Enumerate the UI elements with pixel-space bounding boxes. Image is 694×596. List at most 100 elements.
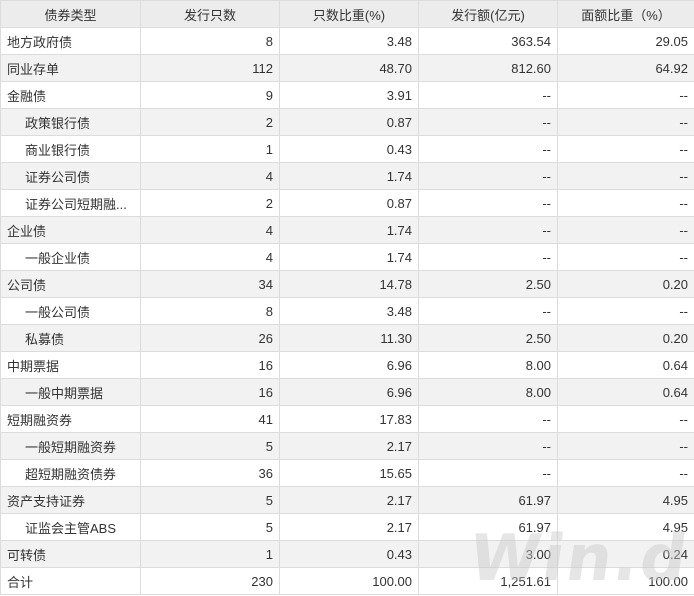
cell-issue-count: 4 bbox=[140, 216, 280, 244]
cell-issue-amount: 8.00 bbox=[418, 378, 558, 406]
cell-issue-amount: 61.97 bbox=[418, 513, 558, 541]
cell-issue-amount: -- bbox=[418, 216, 558, 244]
table-row[interactable]: 超短期融资债券 36 15.65 -- -- bbox=[0, 459, 694, 487]
table-row[interactable]: 同业存单 112 48.70 812.60 64.92 bbox=[0, 54, 694, 82]
header-amount-share[interactable]: 面额比重（%） bbox=[557, 0, 694, 28]
cell-amount-share: 0.64 bbox=[557, 351, 694, 379]
table-row[interactable]: 证券公司债 4 1.74 -- -- bbox=[0, 162, 694, 190]
cell-amount-share: -- bbox=[557, 243, 694, 271]
table-row[interactable]: 短期融资券 41 17.83 -- -- bbox=[0, 405, 694, 433]
cell-issue-amount: -- bbox=[418, 81, 558, 109]
cell-amount-share: 100.00 bbox=[557, 567, 694, 595]
cell-count-share: 0.43 bbox=[279, 540, 419, 568]
cell-count-share: 6.96 bbox=[279, 351, 419, 379]
cell-amount-share: 4.95 bbox=[557, 486, 694, 514]
cell-issue-amount: 61.97 bbox=[418, 486, 558, 514]
cell-count-share: 0.43 bbox=[279, 135, 419, 163]
table-row[interactable]: 证券公司短期融... 2 0.87 -- -- bbox=[0, 189, 694, 217]
cell-amount-share: -- bbox=[557, 459, 694, 487]
cell-issue-amount: 2.50 bbox=[418, 324, 558, 352]
cell-issue-amount: 3.00 bbox=[418, 540, 558, 568]
cell-amount-share: -- bbox=[557, 189, 694, 217]
cell-bond-type: 证券公司债 bbox=[0, 162, 141, 190]
cell-issue-count: 2 bbox=[140, 189, 280, 217]
cell-bond-type: 一般短期融资券 bbox=[0, 432, 141, 460]
header-issue-count[interactable]: 发行只数 bbox=[140, 0, 280, 28]
cell-bond-type: 政策银行债 bbox=[0, 108, 141, 136]
cell-count-share: 1.74 bbox=[279, 162, 419, 190]
cell-amount-share: -- bbox=[557, 432, 694, 460]
table-row[interactable]: 一般公司债 8 3.48 -- -- bbox=[0, 297, 694, 325]
cell-amount-share: 64.92 bbox=[557, 54, 694, 82]
cell-bond-type: 私募债 bbox=[0, 324, 141, 352]
cell-count-share: 3.48 bbox=[279, 27, 419, 55]
table-row[interactable]: 资产支持证券 5 2.17 61.97 4.95 bbox=[0, 486, 694, 514]
table-row[interactable]: 企业债 4 1.74 -- -- bbox=[0, 216, 694, 244]
cell-amount-share: -- bbox=[557, 297, 694, 325]
cell-bond-type: 金融债 bbox=[0, 81, 141, 109]
table-row[interactable]: 政策银行债 2 0.87 -- -- bbox=[0, 108, 694, 136]
cell-issue-amount: 1,251.61 bbox=[418, 567, 558, 595]
cell-issue-count: 5 bbox=[140, 486, 280, 514]
cell-bond-type: 证券公司短期融... bbox=[0, 189, 141, 217]
cell-amount-share: 0.20 bbox=[557, 270, 694, 298]
cell-issue-amount: -- bbox=[418, 432, 558, 460]
cell-count-share: 100.00 bbox=[279, 567, 419, 595]
cell-issue-count: 2 bbox=[140, 108, 280, 136]
cell-bond-type: 地方政府债 bbox=[0, 27, 141, 55]
cell-issue-amount: 363.54 bbox=[418, 27, 558, 55]
table-row[interactable]: 可转债 1 0.43 3.00 0.24 bbox=[0, 540, 694, 568]
table-row[interactable]: 私募债 26 11.30 2.50 0.20 bbox=[0, 324, 694, 352]
cell-amount-share: 0.64 bbox=[557, 378, 694, 406]
header-issue-amount[interactable]: 发行额(亿元) bbox=[418, 0, 558, 28]
cell-issue-count: 1 bbox=[140, 540, 280, 568]
cell-issue-count: 36 bbox=[140, 459, 280, 487]
table-row[interactable]: 金融债 9 3.91 -- -- bbox=[0, 81, 694, 109]
cell-bond-type: 一般企业债 bbox=[0, 243, 141, 271]
table-row[interactable]: 一般企业债 4 1.74 -- -- bbox=[0, 243, 694, 271]
cell-bond-type: 一般公司债 bbox=[0, 297, 141, 325]
cell-issue-count: 41 bbox=[140, 405, 280, 433]
cell-count-share: 2.17 bbox=[279, 432, 419, 460]
header-bond-type[interactable]: 债券类型 bbox=[0, 0, 141, 28]
header-count-share[interactable]: 只数比重(%) bbox=[279, 0, 419, 28]
cell-amount-share: 0.20 bbox=[557, 324, 694, 352]
table-body: 地方政府债 8 3.48 363.54 29.05 同业存单 112 48.70 812.60 6… bbox=[0, 27, 694, 595]
cell-issue-amount: -- bbox=[418, 459, 558, 487]
cell-issue-count: 4 bbox=[140, 243, 280, 271]
cell-issue-count: 112 bbox=[140, 54, 280, 82]
cell-bond-type: 一般中期票据 bbox=[0, 378, 141, 406]
cell-issue-amount: -- bbox=[418, 297, 558, 325]
cell-issue-count: 9 bbox=[140, 81, 280, 109]
cell-issue-count: 34 bbox=[140, 270, 280, 298]
cell-count-share: 48.70 bbox=[279, 54, 419, 82]
cell-issue-amount: -- bbox=[418, 405, 558, 433]
table-row[interactable]: 商业银行债 1 0.43 -- -- bbox=[0, 135, 694, 163]
cell-bond-type: 短期融资券 bbox=[0, 405, 141, 433]
table-row[interactable]: 合计 230 100.00 1,251.61 100.00 bbox=[0, 567, 694, 595]
table-row[interactable]: 证监会主管ABS 5 2.17 61.97 4.95 bbox=[0, 513, 694, 541]
cell-issue-amount: -- bbox=[418, 108, 558, 136]
cell-count-share: 1.74 bbox=[279, 216, 419, 244]
cell-amount-share: -- bbox=[557, 162, 694, 190]
cell-issue-count: 16 bbox=[140, 378, 280, 406]
cell-amount-share: 29.05 bbox=[557, 27, 694, 55]
table-row[interactable]: 地方政府债 8 3.48 363.54 29.05 bbox=[0, 27, 694, 55]
table-row[interactable]: 公司债 34 14.78 2.50 0.20 bbox=[0, 270, 694, 298]
cell-amount-share: -- bbox=[557, 81, 694, 109]
cell-amount-share: -- bbox=[557, 405, 694, 433]
cell-issue-amount: -- bbox=[418, 189, 558, 217]
cell-count-share: 1.74 bbox=[279, 243, 419, 271]
header-row: 债券类型 发行只数 只数比重(%) 发行额(亿元) 面额比重（%） bbox=[0, 0, 694, 28]
cell-bond-type: 资产支持证券 bbox=[0, 486, 141, 514]
table-row[interactable]: 一般短期融资券 5 2.17 -- -- bbox=[0, 432, 694, 460]
cell-issue-count: 230 bbox=[140, 567, 280, 595]
cell-count-share: 0.87 bbox=[279, 108, 419, 136]
cell-issue-amount: -- bbox=[418, 135, 558, 163]
cell-count-share: 0.87 bbox=[279, 189, 419, 217]
cell-issue-count: 1 bbox=[140, 135, 280, 163]
table-row[interactable]: 一般中期票据 16 6.96 8.00 0.64 bbox=[0, 378, 694, 406]
table-row[interactable]: 中期票据 16 6.96 8.00 0.64 bbox=[0, 351, 694, 379]
cell-count-share: 3.91 bbox=[279, 81, 419, 109]
cell-issue-count: 16 bbox=[140, 351, 280, 379]
